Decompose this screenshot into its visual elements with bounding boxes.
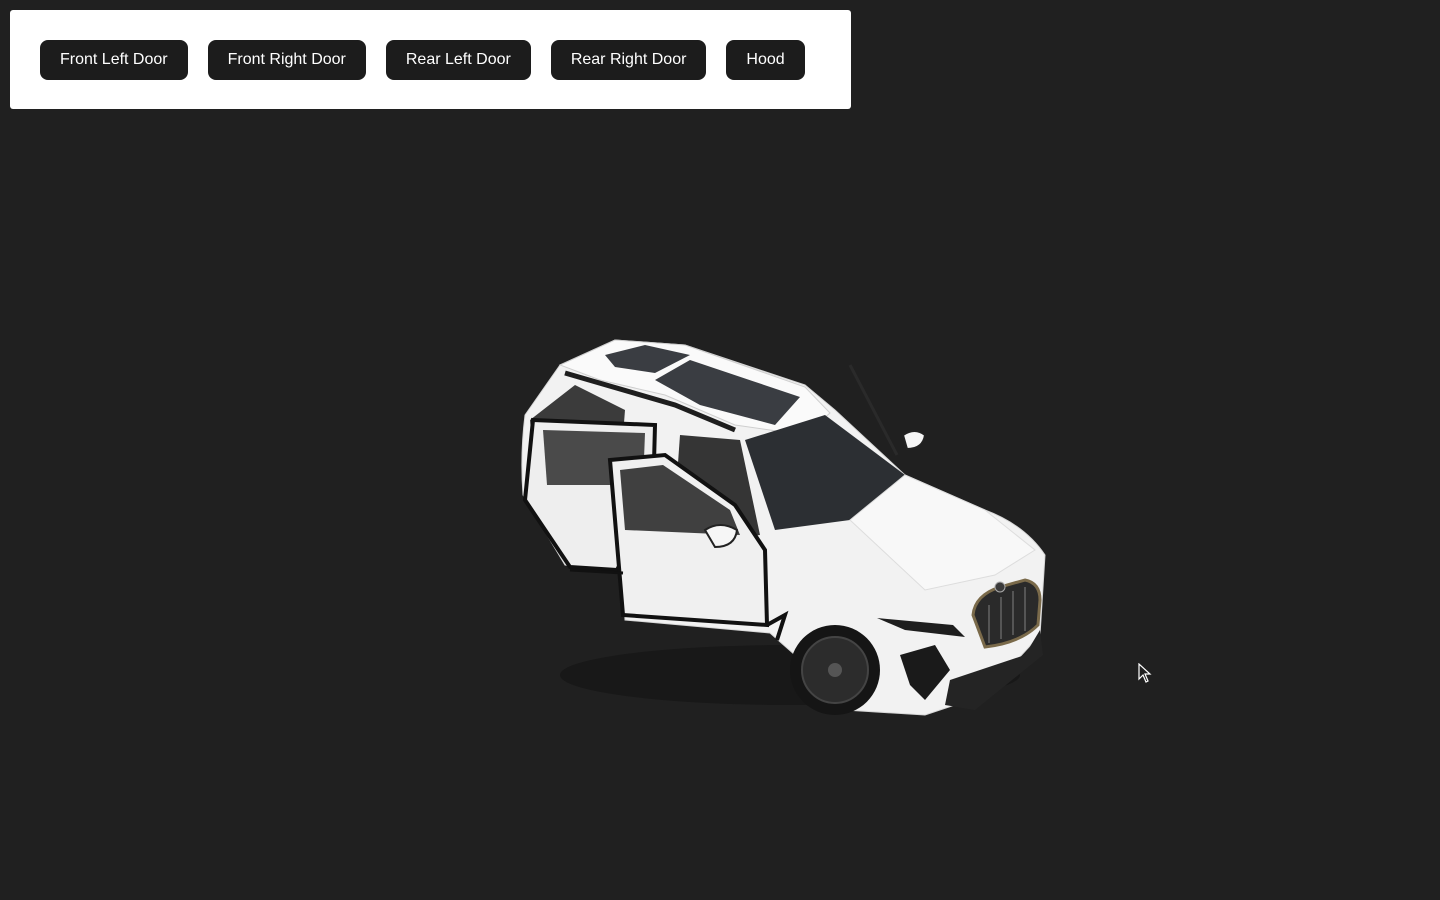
car-3d-model[interactable] (505, 325, 1050, 730)
rear-right-door-button[interactable]: Rear Right Door (550, 39, 707, 80)
side-mirror-right (901, 430, 927, 451)
mouse-cursor-icon (1138, 663, 1152, 683)
door-controls-panel: Front Left Door Front Right Door Rear Le… (10, 10, 851, 109)
hood-button[interactable]: Hood (726, 39, 805, 80)
brand-logo (994, 581, 1006, 593)
wheel-hub (828, 663, 842, 677)
front-left-door-button[interactable]: Front Left Door (40, 39, 188, 80)
front-right-door-button[interactable]: Front Right Door (207, 39, 366, 80)
rear-left-door-button[interactable]: Rear Left Door (385, 39, 531, 80)
